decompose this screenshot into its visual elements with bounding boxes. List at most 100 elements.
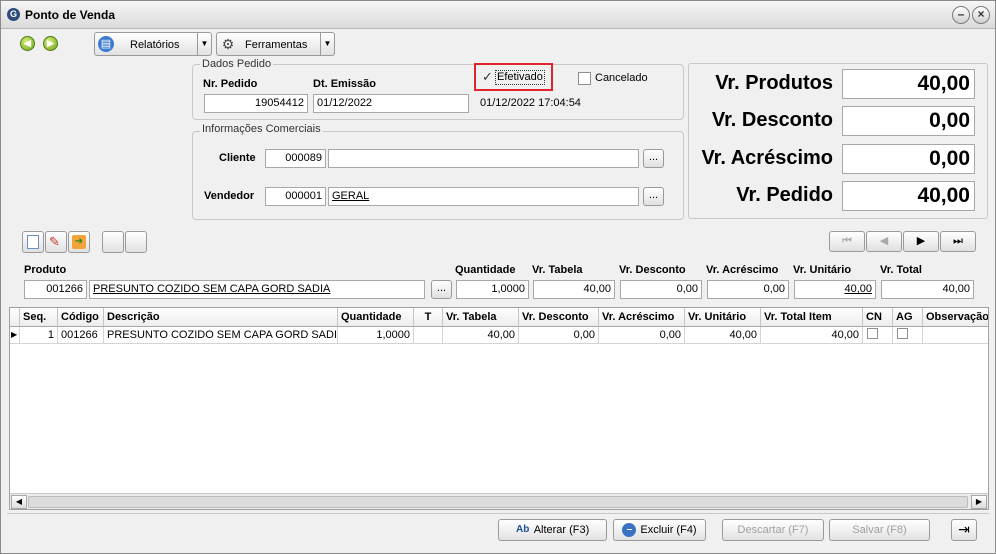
grid-header-vr-acrescimo[interactable]: Vr. Acréscimo — [599, 308, 685, 327]
scroll-left-icon[interactable]: ◀ — [11, 495, 27, 509]
vr-acrescimo-value: 0,00 — [842, 144, 975, 174]
last-record-button[interactable]: ⏭ — [940, 231, 976, 252]
salvar-button[interactable]: Salvar (F8) — [829, 519, 930, 541]
vr-total-label: Vr. Total — [880, 264, 922, 276]
row-observacao[interactable] — [923, 327, 988, 344]
row-quantidade[interactable]: 1,0000 — [338, 327, 414, 344]
new-item-button[interactable] — [22, 231, 44, 253]
row-ag-cell[interactable] — [893, 327, 923, 344]
cliente-name-field[interactable] — [328, 149, 639, 168]
row-indicator-icon: ▶ — [10, 327, 20, 344]
exit-door-icon: ⇥ — [958, 521, 970, 537]
quantidade-label: Quantidade — [455, 264, 516, 276]
vr-acrescimo-label: Vr. Acréscimo — [701, 147, 833, 169]
items-grid[interactable]: Seq. Código Descrição Quantidade T Vr. T… — [9, 307, 989, 510]
next-record-button[interactable]: ▶ — [903, 231, 939, 252]
row-t[interactable] — [414, 327, 443, 344]
vendedor-lookup-button[interactable]: ... — [643, 187, 664, 206]
ferramentas-button[interactable]: ⚙ Ferramentas ▼ — [216, 32, 335, 56]
grid-header-t[interactable]: T — [414, 308, 443, 327]
row-vr-desconto[interactable]: 0,00 — [519, 327, 599, 344]
grid-header-descricao[interactable]: Descrição — [104, 308, 338, 327]
forward-arrow-icon[interactable]: ▶ — [43, 36, 58, 51]
produto-lookup-button[interactable]: ... — [431, 280, 452, 299]
grid-header-vr-tabela[interactable]: Vr. Tabela — [443, 308, 519, 327]
chevron-down-icon[interactable]: ▼ — [320, 33, 334, 55]
vr-acrescimo-field[interactable]: 0,00 — [707, 280, 789, 299]
salvar-label: Salvar (F8) — [852, 524, 907, 536]
row-vr-acrescimo[interactable]: 0,00 — [599, 327, 685, 344]
vendedor-code-field[interactable]: 000001 — [265, 187, 326, 206]
previous-record-button[interactable]: ◀ — [866, 231, 902, 252]
alterar-button[interactable]: Ab Alterar (F3) — [498, 519, 607, 541]
vr-desconto-label: Vr. Desconto — [711, 109, 833, 131]
grid-header-cn[interactable]: CN — [863, 308, 893, 327]
vr-tabela-label: Vr. Tabela — [532, 264, 583, 276]
row-vr-total-item[interactable]: 40,00 — [761, 327, 863, 344]
back-arrow-icon[interactable]: ◀ — [20, 36, 35, 51]
cancelado-checkbox[interactable] — [578, 72, 591, 85]
vr-desconto-field[interactable]: 0,00 — [620, 280, 702, 299]
app-icon: G — [7, 8, 20, 21]
import-item-button[interactable]: ➜ — [68, 231, 90, 253]
grid-header-vr-unitario[interactable]: Vr. Unitário — [685, 308, 761, 327]
scroll-right-icon[interactable]: ▶ — [971, 495, 987, 509]
row-cn-checkbox[interactable] — [867, 328, 878, 339]
row-seq[interactable]: 1 — [20, 327, 58, 344]
grid-header-codigo[interactable]: Código — [58, 308, 104, 327]
totals-panel: Vr. Produtos 40,00 Vr. Desconto 0,00 Vr.… — [688, 63, 988, 219]
horizontal-scrollbar[interactable]: ◀ ▶ — [10, 493, 988, 509]
main-window: G Ponto de Venda – × ◀ ▶ ▤ Relatórios ▼ … — [0, 0, 996, 554]
edit-icon: ✎ — [49, 234, 60, 249]
vr-unitario-field[interactable]: 40,00 — [794, 280, 876, 299]
blank-button-1[interactable] — [102, 231, 124, 253]
grid-header-ag[interactable]: AG — [893, 308, 923, 327]
row-codigo[interactable]: 001266 — [58, 327, 104, 344]
vendedor-name-field[interactable]: GERAL — [328, 187, 639, 206]
row-descricao[interactable]: PRESUNTO COZIDO SEM CAPA GORD SADIA — [104, 327, 338, 344]
excluir-button[interactable]: – Excluir (F4) — [613, 519, 706, 541]
efetivado-checkbox[interactable]: ✓ — [481, 70, 494, 84]
vr-total-field[interactable]: 40,00 — [881, 280, 974, 299]
produto-label: Produto — [24, 264, 67, 276]
produto-code-field[interactable]: 001266 — [24, 280, 87, 299]
informacoes-comerciais-group — [192, 131, 684, 220]
quantidade-field[interactable]: 1,0000 — [456, 280, 529, 299]
close-button[interactable]: × — [972, 6, 990, 24]
relatorios-label: Relatórios — [130, 39, 180, 51]
scrollbar-thumb[interactable] — [28, 496, 968, 508]
exit-button[interactable]: ⇥ — [951, 519, 977, 541]
grid-header-observacao[interactable]: Observação — [923, 308, 988, 327]
row-cn-cell[interactable] — [863, 327, 893, 344]
grid-header-vr-desconto[interactable]: Vr. Desconto — [519, 308, 599, 327]
edit-item-button[interactable]: ✎ — [45, 231, 67, 253]
first-record-button[interactable]: ⏮ — [829, 231, 865, 252]
vendedor-label: Vendedor — [204, 190, 255, 202]
vr-pedido-label: Vr. Pedido — [736, 184, 833, 206]
nr-pedido-label: Nr. Pedido — [203, 78, 258, 90]
grid-header-vr-total-item[interactable]: Vr. Total Item — [761, 308, 863, 327]
produto-desc-field[interactable]: PRESUNTO COZIDO SEM CAPA GORD SADIA — [89, 280, 425, 299]
grid-header-quantidade[interactable]: Quantidade — [338, 308, 414, 327]
excluir-label: Excluir (F4) — [640, 524, 697, 536]
vr-produtos-value: 40,00 — [842, 69, 975, 99]
vr-produtos-label: Vr. Produtos — [715, 72, 833, 94]
descartar-button[interactable]: Descartar (F7) — [722, 519, 824, 541]
cliente-lookup-button[interactable]: ... — [643, 149, 664, 168]
vr-tabela-field[interactable]: 40,00 — [533, 280, 615, 299]
dt-emissao-label: Dt. Emissão — [313, 78, 376, 90]
blank-button-2[interactable] — [125, 231, 147, 253]
chevron-down-icon[interactable]: ▼ — [197, 33, 211, 55]
grid-header-seq[interactable]: Seq. — [20, 308, 58, 327]
vr-unitario-label: Vr. Unitário — [793, 264, 852, 276]
row-ag-checkbox[interactable] — [897, 328, 908, 339]
minimize-button[interactable]: – — [952, 6, 970, 24]
cliente-code-field[interactable]: 000089 — [265, 149, 326, 168]
row-vr-tabela[interactable]: 40,00 — [443, 327, 519, 344]
dados-pedido-title: Dados Pedido — [200, 58, 274, 70]
dt-emissao-field[interactable]: 01/12/2022 — [313, 94, 469, 113]
nr-pedido-field[interactable]: 19054412 — [204, 94, 308, 113]
informacoes-comerciais-title: Informações Comerciais — [200, 123, 323, 135]
relatorios-button[interactable]: ▤ Relatórios ▼ — [94, 32, 212, 56]
row-vr-unitario[interactable]: 40,00 — [685, 327, 761, 344]
